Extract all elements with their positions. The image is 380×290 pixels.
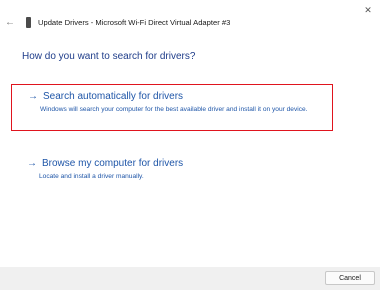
search-automatically-label: Search automatically for drivers — [43, 91, 184, 102]
option-title: → Search automatically for drivers — [28, 90, 332, 103]
close-icon: ✕ — [364, 4, 372, 15]
dialog-title: Update Drivers - Microsoft Wi-Fi Direct … — [38, 17, 231, 27]
dialog-header: ← Update Drivers - Microsoft Wi-Fi Direc… — [4, 15, 230, 29]
search-automatically-option[interactable]: → Search automatically for drivers Windo… — [11, 84, 333, 131]
update-drivers-dialog: ✕ ← Update Drivers - Microsoft Wi-Fi Dir… — [0, 0, 380, 290]
close-button[interactable]: ✕ — [356, 0, 380, 20]
arrow-right-icon: → — [27, 158, 37, 169]
browse-computer-label: Browse my computer for drivers — [42, 158, 184, 169]
back-button[interactable]: ← — [4, 16, 16, 28]
device-icon — [26, 16, 31, 28]
cancel-button[interactable]: Cancel — [325, 271, 375, 285]
dialog-footer: Cancel — [0, 267, 380, 290]
search-automatically-description: Windows will search your computer for th… — [40, 106, 308, 113]
back-arrow-icon: ← — [5, 16, 15, 28]
browse-computer-description: Locate and install a driver manually. — [39, 173, 144, 180]
browse-computer-option[interactable]: → Browse my computer for drivers Locate … — [11, 152, 333, 192]
option-title: → Browse my computer for drivers — [27, 157, 333, 170]
arrow-right-icon: → — [28, 91, 38, 102]
page-heading: How do you want to search for drivers? — [22, 51, 196, 62]
